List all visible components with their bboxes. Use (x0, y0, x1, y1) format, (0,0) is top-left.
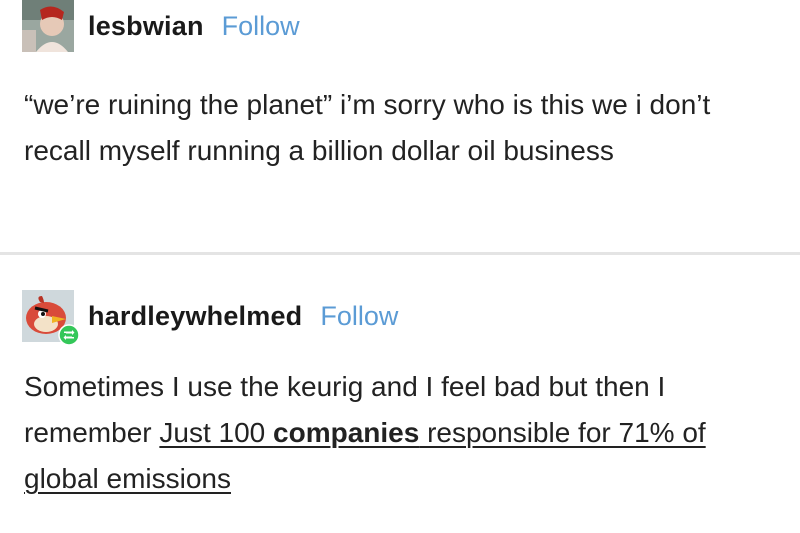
post-text: “we’re ruining the planet” i’m sorry who… (24, 89, 711, 166)
username[interactable]: hardleywhelmed (88, 301, 302, 332)
article-link-bold-text: companies (273, 417, 420, 448)
avatar[interactable] (22, 290, 80, 346)
username[interactable]: lesbwian (88, 11, 204, 42)
reblog-icon (58, 324, 80, 346)
post-text: Sometimes I use the keurig and I feel ba… (24, 364, 784, 502)
post-lesbwian: lesbwian Follow “we’re ruining the plane… (0, 0, 800, 250)
post-divider (0, 252, 800, 255)
post-hardleywhelmed: hardleywhelmed Follow Sometimes I use th… (0, 258, 800, 533)
article-link-text: Just 100 (159, 417, 274, 448)
follow-button[interactable]: Follow (320, 301, 398, 332)
post-header: hardleywhelmed Follow (22, 290, 398, 346)
avatar-image (22, 0, 74, 52)
follow-button[interactable]: Follow (222, 11, 300, 42)
post-header: lesbwian Follow (22, 0, 300, 52)
avatar[interactable] (22, 0, 74, 52)
